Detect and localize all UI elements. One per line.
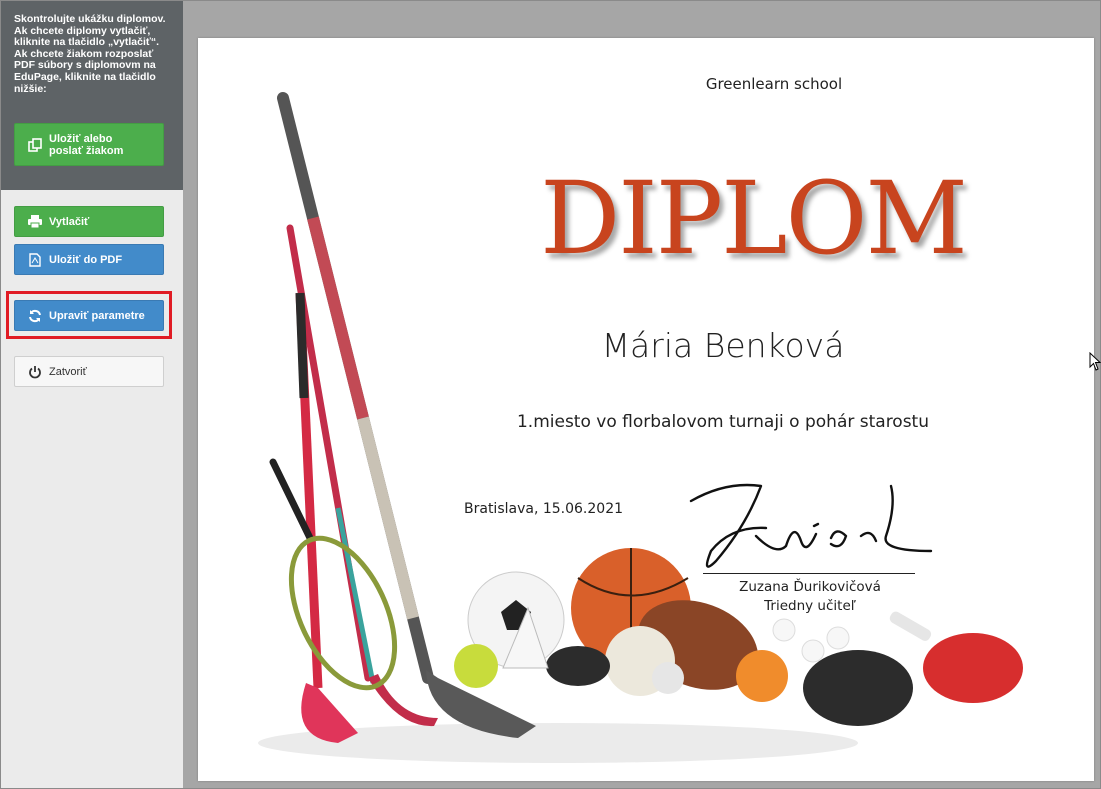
instructions-text: Skontrolujte ukážku diplomov. Ak chcete … [14,13,166,95]
school-name-text: Greenlearn school [705,75,843,93]
close-label: Zatvoriť [49,365,87,378]
achievement-text: 1.miesto vo florbalovom turnaji o pohár … [516,412,930,432]
diploma-title: DIPLOM [540,160,968,277]
save-pdf-label: Uložiť do PDF [49,253,123,266]
recipient-name: Mária Benková [601,326,845,365]
sidebar: Skontrolujte ukážku diplomov. Ak chcete … [1,1,183,788]
printer-icon [28,215,42,229]
school-name: Greenlearn school [198,75,1094,93]
signer-name: Zuzana Ďurikovičová [739,579,881,595]
print-button[interactable]: Vytlačiť [14,206,164,237]
close-button[interactable]: Zatvoriť [14,356,164,387]
place-date: Bratislava, 15.06.2021 [464,501,624,517]
save-or-send-label: Uložiť alebo poslať žiakom [49,132,124,157]
save-pdf-button[interactable]: Uložiť do PDF [14,244,164,275]
pdf-file-icon [28,252,42,267]
handwritten-signature [689,483,933,568]
power-icon [28,365,42,379]
save-or-send-button[interactable]: Uložiť alebo poslať žiakom [14,123,164,166]
instructions-panel: Skontrolujte ukážku diplomov. Ak chcete … [1,1,183,190]
signature-line [703,573,915,574]
highlight-frame [6,291,172,339]
copy-icon [28,137,42,152]
sports-equipment-illustration [258,92,1023,763]
signer-block: Zuzana Ďurikovičová Triedny učiteľ [710,578,910,616]
mouse-cursor-icon [1089,352,1101,371]
print-label: Vytlačiť [49,215,90,228]
diploma-preview: Greenlearn school DIPLOM Mária Benková 1… [198,38,1094,781]
signer-role: Triedny učiteľ [764,598,856,614]
